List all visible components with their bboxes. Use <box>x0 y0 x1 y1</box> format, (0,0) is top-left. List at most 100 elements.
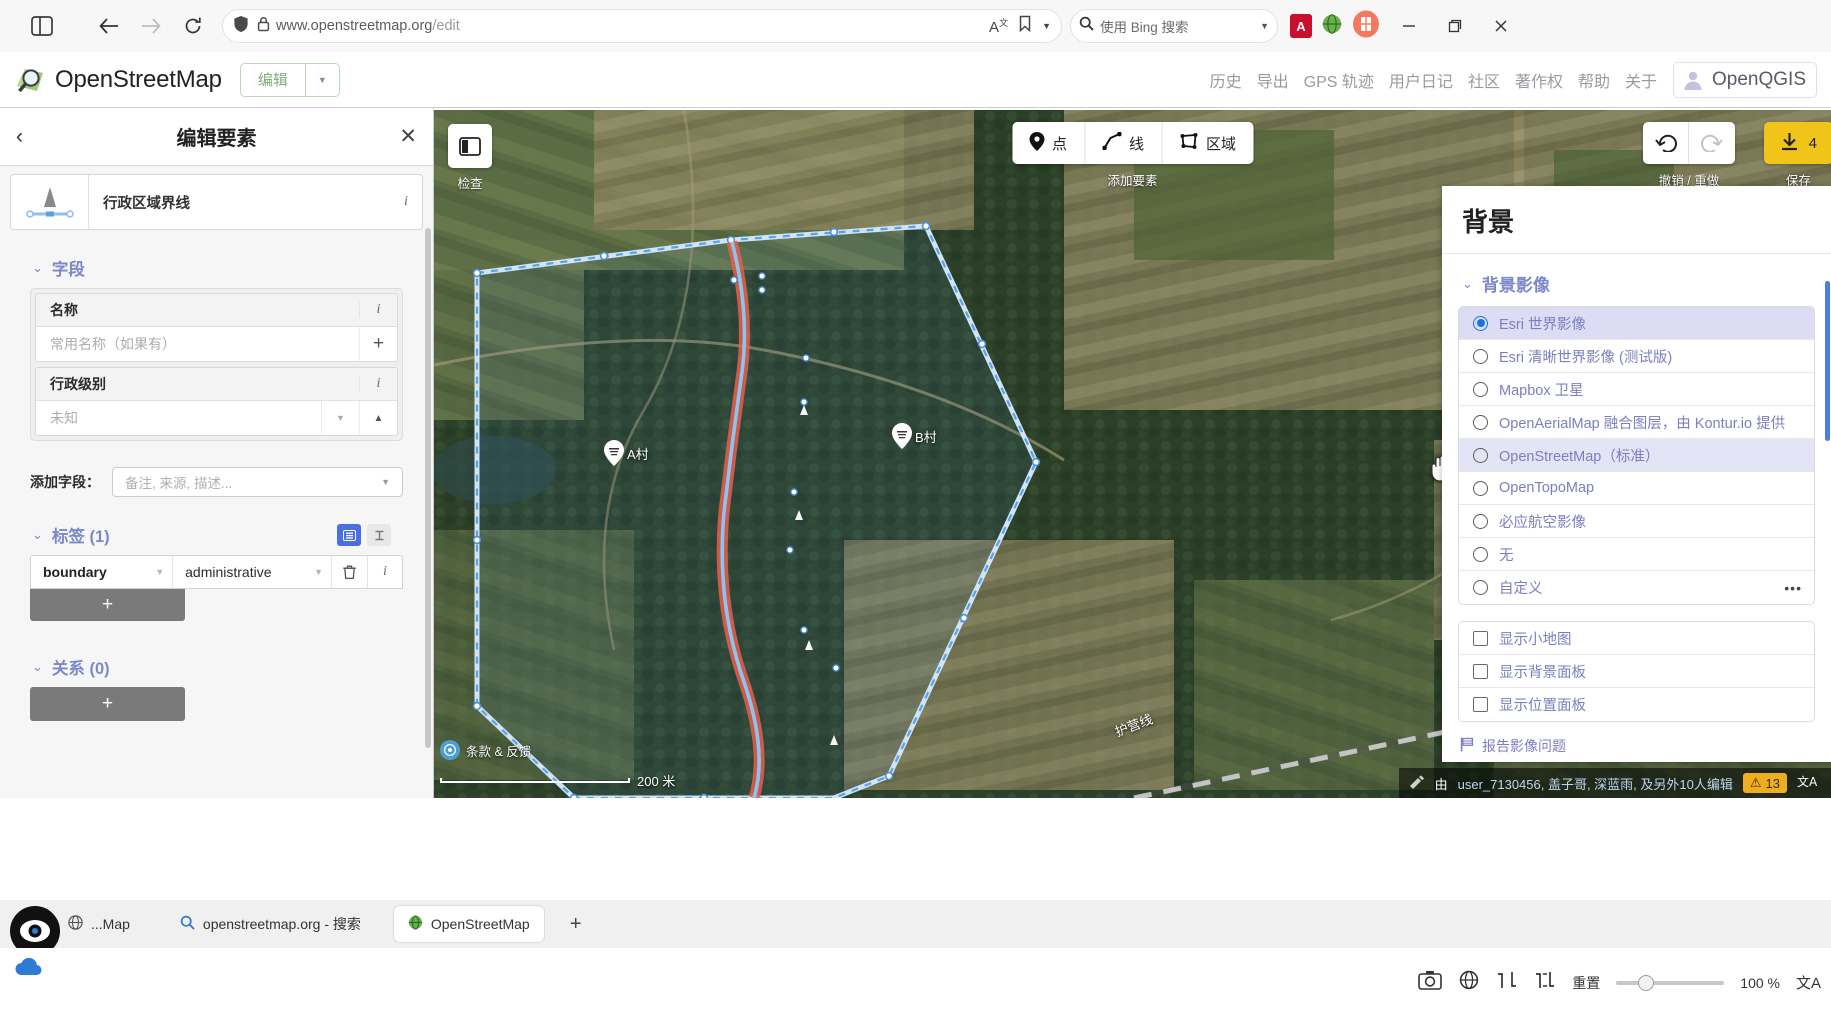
adobe-extension-icon[interactable]: A <box>1290 14 1312 38</box>
nav-link-help[interactable]: 帮助 <box>1578 68 1610 92</box>
map-attribution[interactable]: 条款 & 反馈 <box>440 740 531 760</box>
checkbox-show-location-panel[interactable]: 显示位置面板 <box>1459 688 1814 721</box>
attribution-text[interactable]: 条款 & 反馈 <box>466 741 531 760</box>
tags-section-header[interactable]: ⌄ 标签 (1) <box>32 523 423 547</box>
layers-icon[interactable] <box>1534 970 1556 995</box>
checkbox-icon[interactable] <box>1473 663 1488 679</box>
info-icon[interactable]: i <box>390 175 422 229</box>
nav-link-user-diaries[interactable]: 用户日记 <box>1389 68 1453 92</box>
close-icon[interactable]: ✕ <box>399 124 417 149</box>
nav-link-gps-traces[interactable]: GPS 轨迹 <box>1304 68 1374 92</box>
forward-button[interactable] <box>130 7 172 45</box>
radio-icon[interactable] <box>1473 513 1488 529</box>
nav-link-about[interactable]: 关于 <box>1625 68 1657 92</box>
imagery-option-opentopomap[interactable]: OpenTopoMap <box>1459 472 1814 505</box>
globe-icon[interactable] <box>1458 970 1480 995</box>
map-marker-b[interactable]: B村 <box>892 423 937 449</box>
cloud-icon[interactable] <box>14 956 44 983</box>
status-users[interactable]: user_7130456, 盖子哥, 深蓝雨, 及另外10人编辑 <box>1458 774 1733 793</box>
imagery-option-esri-clarity[interactable]: Esri 清晰世界影像 (测试版) <box>1459 340 1814 373</box>
edit-button[interactable]: 编辑 <box>241 64 305 96</box>
trash-icon[interactable] <box>332 556 368 588</box>
radio-icon[interactable] <box>1473 447 1488 463</box>
undo-button[interactable] <box>1643 122 1689 164</box>
feature-type-row[interactable]: 行政区域界线 i <box>10 174 423 230</box>
nav-link-community[interactable]: 社区 <box>1468 68 1500 92</box>
map-marker-a[interactable]: A村 <box>604 440 649 466</box>
imagery-option-openaerialmap[interactable]: OpenAerialMap 融合图层，由 Kontur.io 提供 <box>1459 406 1814 439</box>
tab-list-icon[interactable] <box>24 8 60 44</box>
radio-icon[interactable] <box>1473 480 1488 496</box>
info-icon[interactable]: i <box>368 556 402 588</box>
tab-item-2[interactable]: OpenStreetMap <box>392 905 545 943</box>
crop-icon[interactable] <box>1496 970 1518 995</box>
tab-item-0[interactable]: ...Map <box>54 905 144 943</box>
name-input[interactable]: 常用名称（如果有） <box>36 327 359 361</box>
checkbox-show-background-panel[interactable]: 显示背景面板 <box>1459 655 1814 688</box>
add-tag-button[interactable]: + <box>30 589 185 621</box>
add-relation-button[interactable]: + <box>30 687 185 721</box>
imagery-option-esri-world[interactable]: Esri 世界影像 <box>1459 307 1814 340</box>
imagery-option-none[interactable]: 无 <box>1459 538 1814 571</box>
tab-item-1[interactable]: openstreetmap.org - 搜索 <box>166 905 375 943</box>
radio-icon[interactable] <box>1473 381 1488 397</box>
edit-button-group[interactable]: 编辑 ▼ <box>239 62 340 97</box>
add-name-button[interactable]: + <box>359 327 397 361</box>
radio-icon[interactable] <box>1473 348 1488 364</box>
list-view-icon[interactable] <box>337 524 361 546</box>
imagery-option-mapbox[interactable]: Mapbox 卫星 <box>1459 373 1814 406</box>
chevron-left-icon[interactable]: ‹ <box>16 125 40 149</box>
zoom-reset-label[interactable]: 重置 <box>1572 973 1600 993</box>
chevron-up-icon[interactable]: ▲ <box>359 401 397 435</box>
draw-line-button[interactable]: 线 <box>1085 122 1163 164</box>
language-icon[interactable]: 文A <box>1796 972 1821 993</box>
chevron-down-icon[interactable]: ▼ <box>1260 21 1269 31</box>
fields-section-header[interactable]: ⌄ 字段 <box>32 256 423 280</box>
relations-section-header[interactable]: ⌄ 关系 (0) <box>32 655 423 679</box>
nav-link-history[interactable]: 历史 <box>1210 68 1242 92</box>
translate-icon[interactable]: A文 <box>989 16 1008 36</box>
globe-extension-icon[interactable] <box>1321 13 1343 40</box>
checkbox-show-minimap[interactable]: 显示小地图 <box>1459 622 1814 655</box>
chevron-down-icon[interactable]: ⌄ <box>32 527 43 543</box>
chevron-down-icon[interactable]: ⌄ <box>32 659 43 675</box>
nav-link-copyright[interactable]: 著作权 <box>1515 68 1563 92</box>
minimize-button[interactable] <box>1386 6 1432 46</box>
chevron-down-icon[interactable]: ▼ <box>314 567 323 577</box>
reload-button[interactable] <box>172 7 214 45</box>
tag-key-input[interactable]: boundary ▼ <box>31 556 174 588</box>
radio-icon[interactable] <box>1473 315 1488 331</box>
save-button[interactable]: 4 <box>1763 122 1831 164</box>
tag-value-input[interactable]: administrative ▼ <box>173 556 332 588</box>
imagery-option-bing[interactable]: 必应航空影像 <box>1459 505 1814 538</box>
chevron-down-icon[interactable]: ▼ <box>1042 21 1051 31</box>
redo-button[interactable] <box>1689 122 1735 164</box>
address-bar[interactable]: www.openstreetmap.org/edit A文 ▼ <box>222 9 1062 43</box>
imagery-section-header[interactable]: ⌄ 背景影像 <box>1442 254 1831 306</box>
chevron-down-icon[interactable]: ▼ <box>321 401 359 435</box>
nav-link-export[interactable]: 导出 <box>1257 68 1289 92</box>
chevron-down-icon[interactable]: ▼ <box>381 477 390 487</box>
radio-icon[interactable] <box>1473 580 1488 595</box>
user-menu[interactable]: OpenQGIS <box>1673 61 1817 98</box>
draw-point-button[interactable]: 点 <box>1012 122 1085 164</box>
close-button[interactable] <box>1478 6 1524 46</box>
zoom-slider[interactable] <box>1616 974 1725 991</box>
checkbox-icon[interactable] <box>1473 697 1488 712</box>
imagery-option-openstreetmap[interactable]: OpenStreetMap（标准） <box>1459 439 1814 472</box>
issue-badge[interactable]: ⚠ 13 <box>1742 773 1787 793</box>
admin-level-input[interactable]: 未知 <box>36 401 321 435</box>
radio-icon[interactable] <box>1473 546 1488 562</box>
add-field-input[interactable]: 备注, 来源, 描述... ▼ <box>112 467 403 497</box>
camera-icon[interactable] <box>1418 970 1443 995</box>
zoom-slider-knob[interactable] <box>1638 974 1655 991</box>
imagery-option-custom[interactable]: 自定义 ••• <box>1459 571 1814 604</box>
browser-profile-icon[interactable] <box>1352 10 1380 43</box>
text-view-icon[interactable] <box>367 524 391 546</box>
report-link-text[interactable]: 报告影像问题 <box>1482 736 1566 756</box>
osm-logo[interactable]: OpenStreetMap <box>14 64 222 96</box>
chevron-down-icon[interactable]: ⌄ <box>32 260 43 276</box>
chevron-down-icon[interactable]: ⌄ <box>1462 276 1473 292</box>
report-imagery-issue-link[interactable]: 报告影像问题 <box>1442 722 1831 756</box>
sidebar-toggle-button[interactable] <box>448 124 492 168</box>
